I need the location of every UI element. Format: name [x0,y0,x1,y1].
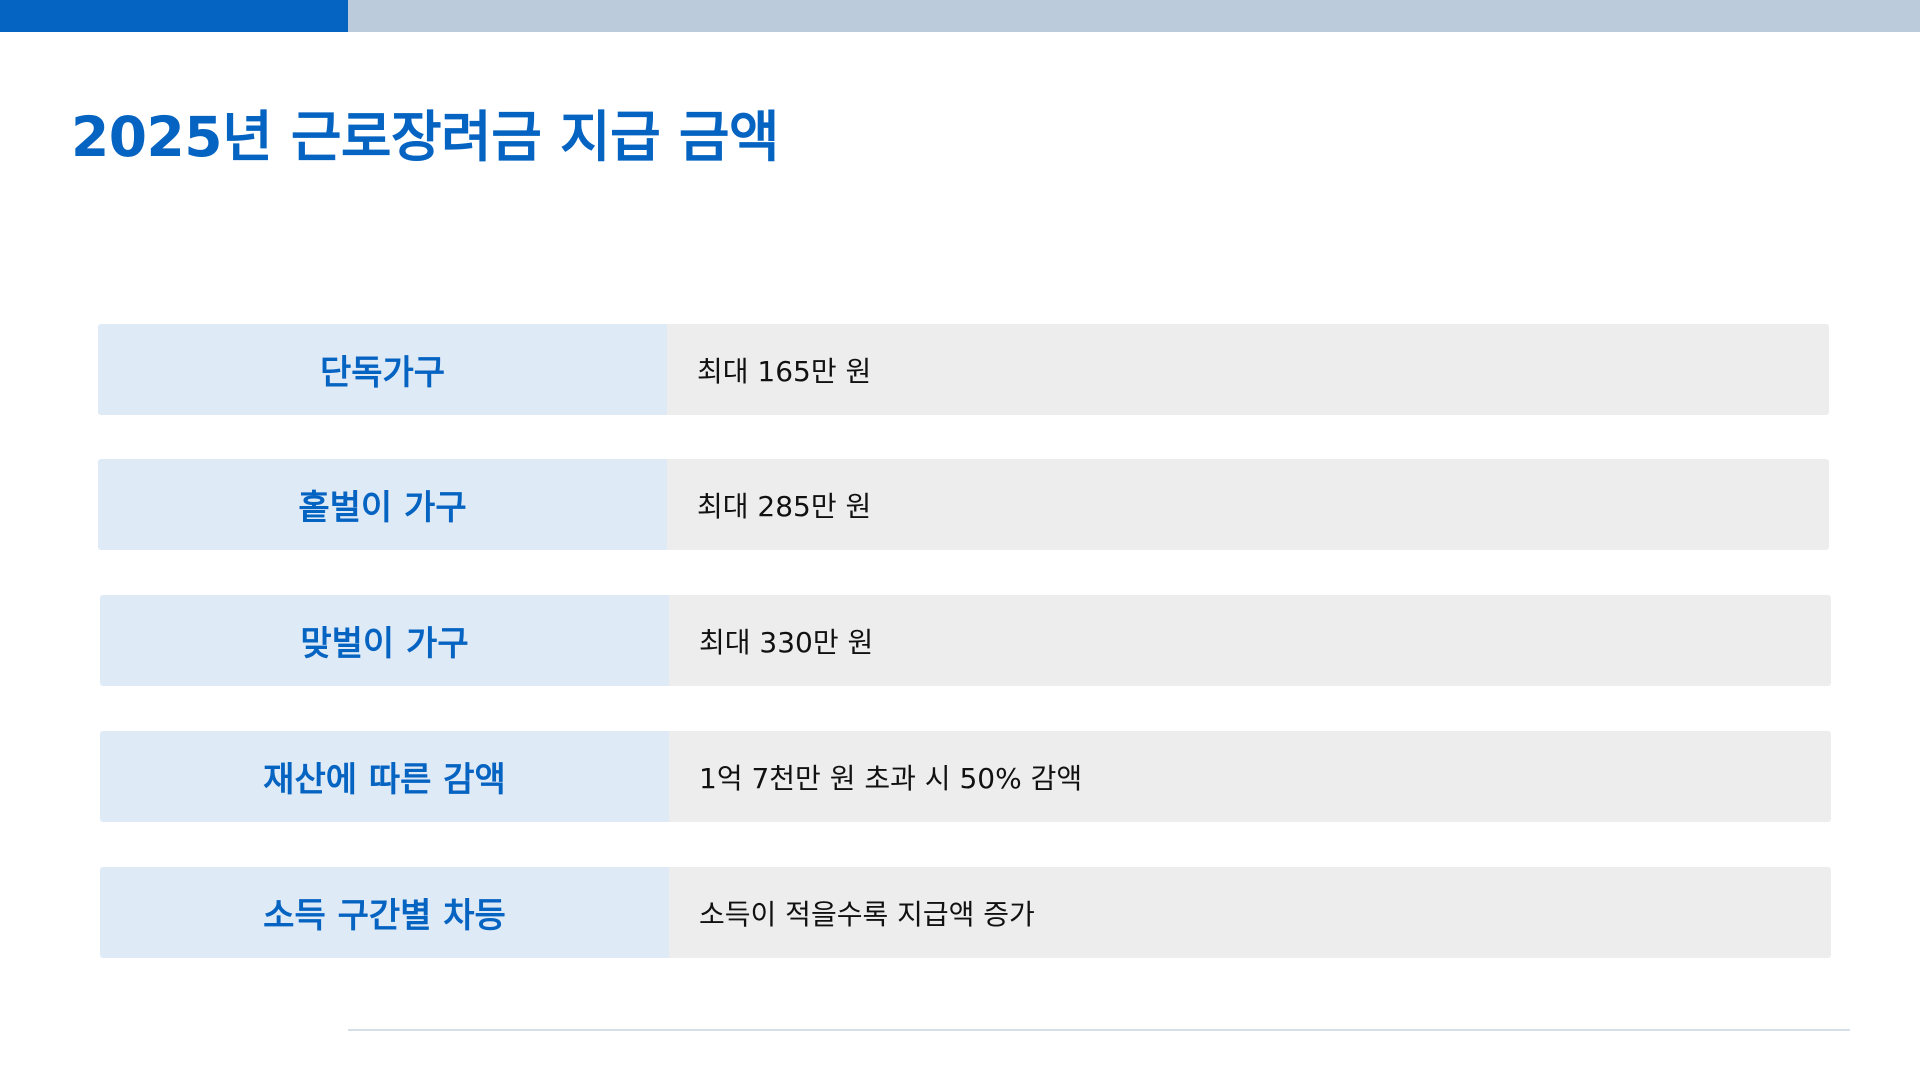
footer-divider [348,1029,1850,1031]
row-value: 1억 7천만 원 초과 시 50% 감액 [669,731,1831,822]
row-value: 최대 285만 원 [667,459,1829,550]
row-value: 최대 165만 원 [667,324,1829,415]
table-row-income-tier: 소득 구간별 차등 소득이 적을수록 지급액 증가 [100,867,1831,958]
table-row-asset-reduction: 재산에 따른 감액 1억 7천만 원 초과 시 50% 감액 [100,731,1831,822]
table-row-single: 단독가구 최대 165만 원 [98,324,1829,415]
amount-table: 단독가구 최대 165만 원 홑벌이 가구 최대 285만 원 맞벌이 가구 최… [0,0,1920,1080]
row-label: 단독가구 [98,324,667,415]
row-label: 홑벌이 가구 [98,459,667,550]
table-row-single-earner: 홑벌이 가구 최대 285만 원 [98,459,1829,550]
row-label: 재산에 따른 감액 [100,731,669,822]
slide: 2025년 근로장려금 지급 금액 단독가구 최대 165만 원 홑벌이 가구 … [0,0,1920,1080]
row-value: 최대 330만 원 [669,595,1831,686]
row-value: 소득이 적을수록 지급액 증가 [669,867,1831,958]
table-row-dual-earner: 맞벌이 가구 최대 330만 원 [100,595,1831,686]
row-label: 소득 구간별 차등 [100,867,669,958]
row-label: 맞벌이 가구 [100,595,669,686]
